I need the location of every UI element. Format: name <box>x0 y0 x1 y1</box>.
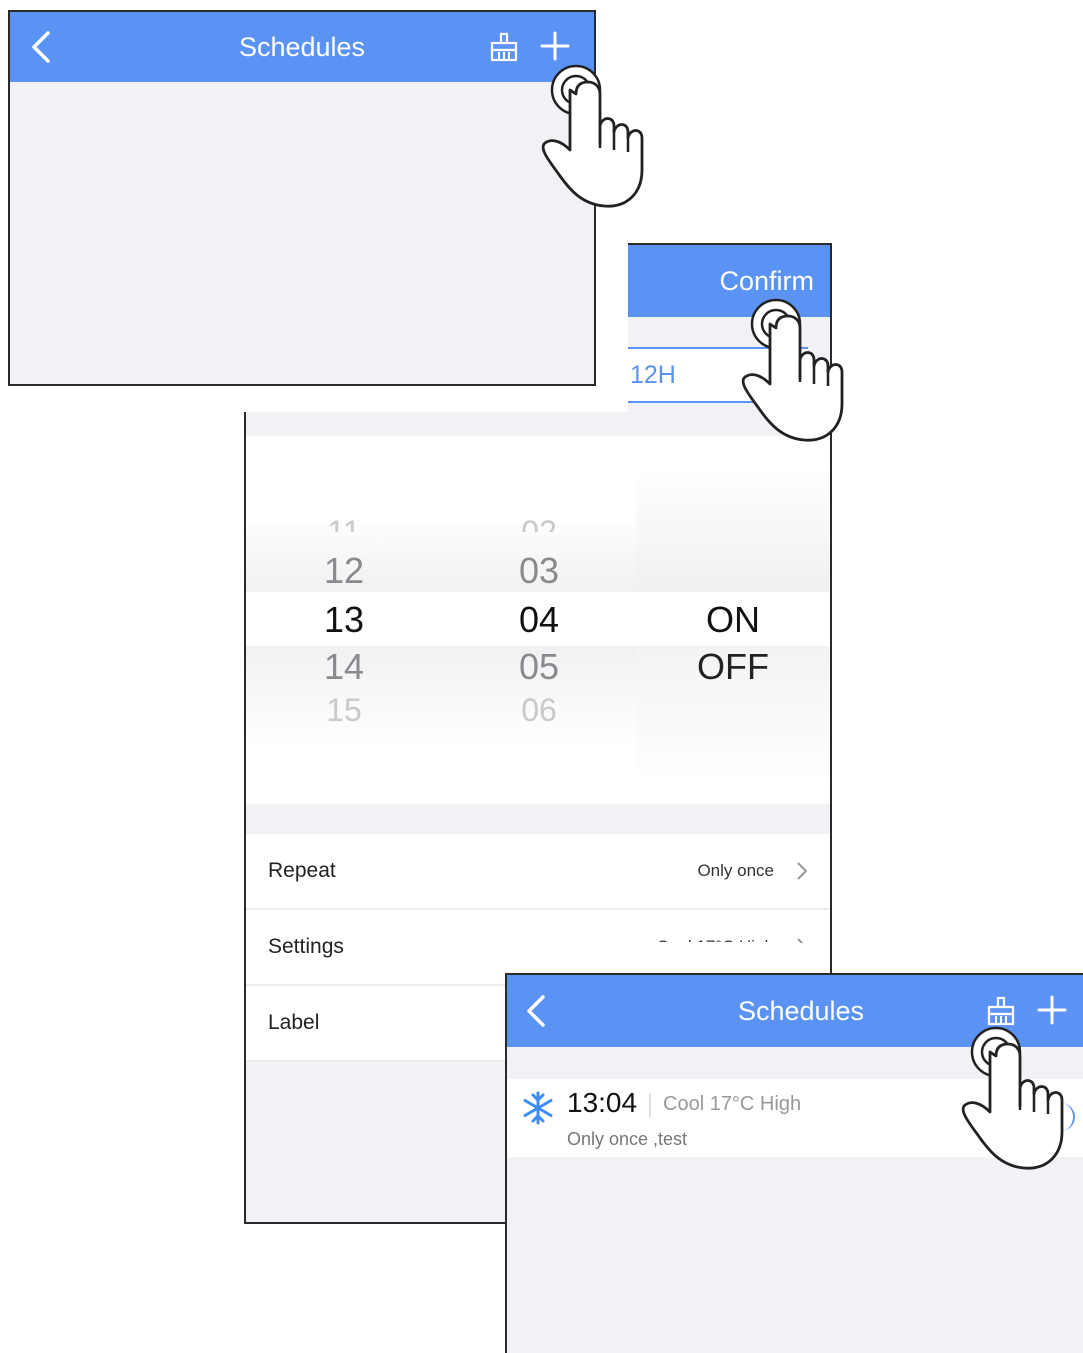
plus-icon[interactable] <box>538 29 572 63</box>
schedule-details: Only once ,test <box>567 1129 688 1149</box>
toggle-switch[interactable] <box>1055 1103 1075 1131</box>
plus-icon[interactable] <box>1035 993 1069 1027</box>
repeat-row[interactable]: Repeat Only once <box>246 834 830 910</box>
chevron-right-icon <box>796 937 808 957</box>
confirm-button[interactable]: Confirm <box>719 245 814 317</box>
minute-option[interactable]: 03 <box>442 550 636 592</box>
format-tab-12h[interactable]: 12H <box>628 347 808 403</box>
schedule-list-item[interactable]: 13:04 Cool 17°C High Only once ,test <box>507 1079 1083 1157</box>
minute-option-selected[interactable]: 04 <box>442 599 636 641</box>
format-tab-label: 12H <box>630 361 676 389</box>
broom-icon[interactable] <box>985 995 1017 1027</box>
schedule-time: 13:04 <box>567 1087 638 1118</box>
settings-label: Settings <box>268 935 344 958</box>
app-header: Schedules <box>10 12 594 82</box>
confirm-panel: Confirm 12H <box>628 243 832 413</box>
chevron-right-icon <box>797 862 808 880</box>
broom-icon[interactable] <box>488 31 520 63</box>
minute-option[interactable]: 06 <box>442 698 636 722</box>
state-option-selected[interactable]: ON <box>636 599 830 641</box>
schedule-mode: Cool 17°C High <box>663 1093 802 1115</box>
top-divider-strip <box>246 412 830 436</box>
app-header: Schedules <box>507 975 1083 1047</box>
picker-header: Confirm <box>628 245 830 317</box>
divider <box>649 1093 651 1117</box>
schedules-screen-populated: Schedules 13:04 Cool 17°C High Only once… <box>505 973 1083 1353</box>
section-divider <box>246 804 830 834</box>
repeat-label: Repeat <box>268 859 336 882</box>
repeat-value: Only once <box>697 861 774 880</box>
snowflake-icon <box>523 1091 553 1125</box>
minute-option[interactable]: 02 <box>442 508 636 532</box>
schedules-screen-empty: Schedules <box>8 10 596 386</box>
minute-option[interactable]: 05 <box>442 646 636 688</box>
state-wheel[interactable]: ON OFF <box>636 436 830 804</box>
time-picker[interactable]: 11 12 13 14 15 02 03 04 05 06 ON OFF <box>246 436 830 804</box>
label-label: Label <box>268 1011 320 1034</box>
minute-wheel[interactable]: 02 03 04 05 06 <box>442 436 636 804</box>
hour-option[interactable]: 12 <box>246 550 442 592</box>
state-option[interactable]: OFF <box>636 646 830 688</box>
hour-option-selected[interactable]: 13 <box>246 599 442 641</box>
format-tab-area: 12H <box>628 317 830 413</box>
hour-option[interactable]: 14 <box>246 646 442 688</box>
hour-option[interactable]: 15 <box>246 698 442 722</box>
hour-wheel[interactable]: 11 12 13 14 15 <box>246 436 442 804</box>
hour-option[interactable]: 11 <box>246 508 442 532</box>
